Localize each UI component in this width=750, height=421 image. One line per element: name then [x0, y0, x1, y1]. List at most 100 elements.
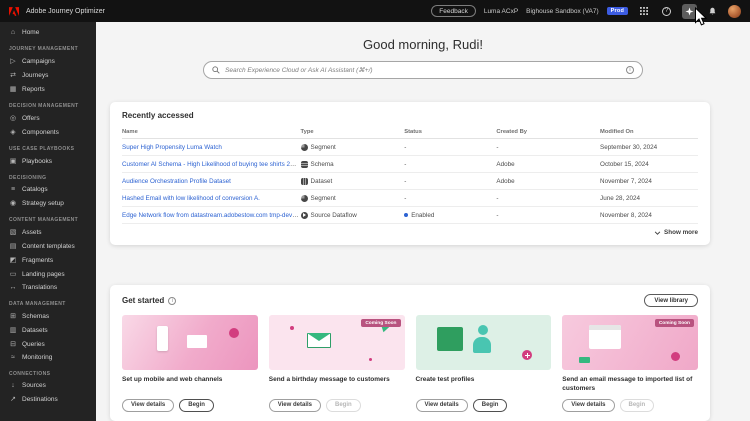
type-label: Segment — [310, 194, 336, 202]
row-name-link[interactable]: Customer AI Schema - High Likelihood of … — [122, 161, 300, 168]
card-title: Create test profiles — [415, 376, 475, 383]
campaigns-icon: ▷ — [10, 58, 16, 65]
user-avatar[interactable] — [728, 4, 741, 18]
sidebar-item-label: Components — [22, 128, 59, 136]
org-switcher[interactable]: Luma ACxP — [484, 8, 518, 15]
begin-button: Begin — [619, 398, 655, 412]
sidebar-section-decisioning: DECISIONING — [9, 175, 47, 181]
env-badge: Prod — [606, 7, 628, 15]
column-header-modified-on: Modified On — [600, 126, 698, 139]
reports-icon: ▦ — [9, 86, 17, 93]
begin-button[interactable]: Begin — [179, 398, 214, 412]
content-templates-icon: ▤ — [9, 243, 17, 250]
dot-shape — [368, 358, 372, 362]
sidebar-section-journey-management: JOURNEY MANAGEMENT — [9, 46, 79, 52]
column-header-type: Type — [300, 126, 405, 139]
adobe-logo-icon[interactable] — [9, 6, 19, 16]
feedback-button[interactable]: Feedback — [431, 5, 476, 17]
dataset-icon — [300, 177, 308, 185]
monitoring-icon: ≈ — [11, 354, 15, 361]
table-row[interactable]: Edge Network flow from datastream.adobes… — [122, 206, 698, 224]
sidebar-item-content-templates[interactable]: ▤ Content templates — [0, 239, 96, 253]
sidebar-item-label: Translations — [22, 284, 58, 291]
help-icon[interactable]: ? — [659, 4, 674, 19]
row-name-link[interactable]: Super High Propensity Luma Watch — [122, 144, 222, 151]
card-title: Send an email message to imported list o… — [562, 376, 693, 392]
sandbox-switcher[interactable]: Bighouse Sandbox (VA7) — [526, 8, 599, 15]
sidebar-item-journeys[interactable]: ⇄ Journeys — [0, 68, 96, 82]
schema-icon — [300, 160, 308, 168]
components-icon: ◈ — [10, 129, 16, 136]
get-started-card-item: Coming Soon Send a birthday message to c… — [268, 315, 405, 412]
sidebar-item-offers[interactable]: ◎ Offers — [0, 111, 96, 125]
sidebar-item-landing-pages[interactable]: ▭ Landing pages — [0, 267, 96, 281]
view-details-button[interactable]: View details — [122, 398, 175, 412]
plus-icon — [522, 350, 533, 361]
sidebar-item-destinations[interactable]: ↗ Destinations — [0, 392, 96, 406]
schemas-icon: ⊞ — [10, 313, 16, 320]
sidebar-item-datasets[interactable]: ▥ Datasets — [0, 323, 96, 337]
view-details-button[interactable]: View details — [268, 398, 321, 412]
sidebar-item-catalogs[interactable]: ≡ Catalogs — [0, 183, 96, 196]
sidebar-item-label: Offers — [22, 114, 40, 122]
modified-on-cell: September 30, 2024 — [600, 138, 698, 156]
created-by-cell: - — [496, 189, 601, 207]
rect-shape — [437, 327, 464, 352]
person-head-shape — [477, 324, 488, 335]
ai-assistant-icon[interactable] — [682, 3, 697, 19]
begin-button[interactable]: Begin — [472, 398, 508, 412]
row-name-link[interactable]: Hashed Email with low likelihood of conv… — [122, 195, 260, 202]
view-details-button[interactable]: View details — [415, 398, 468, 412]
modified-on-cell: October 15, 2024 — [600, 155, 698, 173]
sidebar-item-sources[interactable]: ↓ Sources — [0, 379, 96, 392]
view-library-button[interactable]: View library — [644, 294, 698, 307]
search-bar[interactable]: i — [203, 61, 643, 79]
apps-grid-icon[interactable] — [636, 4, 651, 19]
show-more-button[interactable]: Show more — [122, 229, 698, 236]
sidebar-item-components[interactable]: ◈ Components — [0, 125, 96, 139]
row-name-link[interactable]: Audience Orchestration Profile Dataset — [122, 178, 231, 185]
card-title: Send a birthday message to customers — [268, 376, 390, 383]
sidebar-item-queries[interactable]: ⊟ Queries — [0, 337, 96, 351]
circle-shape — [671, 352, 681, 362]
get-started-info-icon[interactable]: i — [168, 296, 177, 305]
table-row[interactable]: Super High Propensity Luma Watch Segment… — [122, 138, 698, 156]
help-glyph: ? — [662, 6, 671, 16]
sidebar-item-label: Playbooks — [22, 157, 52, 165]
table-row[interactable]: Audience Orchestration Profile Dataset D… — [122, 172, 698, 190]
enabled-status-dot — [404, 213, 409, 217]
dot-shape — [290, 326, 295, 330]
sidebar-item-schemas[interactable]: ⊞ Schemas — [0, 309, 96, 323]
get-started-title: Get started — [122, 296, 165, 305]
search-icon — [212, 66, 220, 74]
sidebar-item-translations[interactable]: ↔ Translations — [0, 281, 96, 294]
sidebar-item-label: Campaigns — [22, 57, 55, 65]
fragments-icon: ◩ — [9, 257, 17, 264]
table-row[interactable]: Hashed Email with low likelihood of conv… — [122, 189, 698, 207]
sidebar-item-fragments[interactable]: ◩ Fragments — [0, 253, 96, 267]
sidebar-item-label: Queries — [22, 340, 45, 348]
row-name-link[interactable]: Edge Network flow from datastream.adobes… — [122, 212, 301, 219]
sidebar-item-campaigns[interactable]: ▷ Campaigns — [0, 54, 96, 68]
search-info-icon[interactable]: i — [626, 66, 634, 74]
column-header-status: Status — [404, 126, 497, 139]
datasets-icon: ▥ — [9, 327, 17, 334]
sidebar-item-home[interactable]: ⌂ Home — [0, 26, 96, 39]
sidebar-item-reports[interactable]: ▦ Reports — [0, 82, 96, 96]
table-row[interactable]: Customer AI Schema - High Likelihood of … — [122, 155, 698, 173]
search-input[interactable] — [225, 66, 621, 74]
sidebar-item-assets[interactable]: ▧ Assets — [0, 225, 96, 239]
recently-accessed-table: Name Type Status Created By Modified On … — [122, 126, 698, 224]
type-label: Segment — [310, 143, 336, 151]
view-details-button[interactable]: View details — [562, 398, 615, 412]
sidebar-item-strategy-setup[interactable]: ◉ Strategy setup — [0, 196, 96, 210]
status-label: Enabled — [411, 211, 435, 219]
notifications-bell-icon[interactable] — [705, 4, 720, 19]
circle-shape — [228, 328, 239, 339]
sidebar-section-use-case-playbooks: USE CASE PLAYBOOKS — [9, 146, 75, 152]
sidebar-item-label: Datasets — [22, 326, 48, 334]
sidebar-item-monitoring[interactable]: ≈ Monitoring — [0, 351, 96, 364]
sidebar-item-label: Assets — [22, 228, 42, 236]
sidebar-item-label: Landing pages — [22, 270, 65, 278]
sidebar-item-playbooks[interactable]: ▣ Playbooks — [0, 154, 96, 168]
